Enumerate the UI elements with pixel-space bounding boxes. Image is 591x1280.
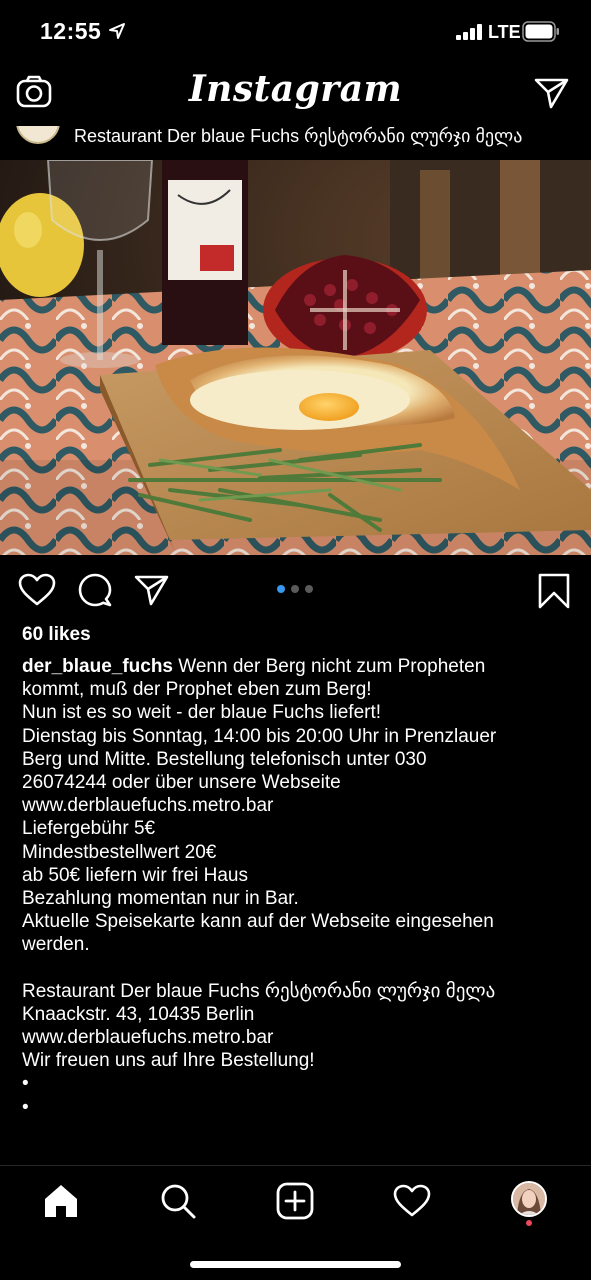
status-bar: 12:55 LTE [0, 0, 591, 64]
profile-photo [513, 1183, 545, 1215]
caption-line: der_blaue_fuchs Wenn der Berg nicht zum … [22, 655, 582, 678]
carousel-dot [291, 585, 299, 593]
heart-icon[interactable] [18, 573, 56, 607]
profile-avatar[interactable] [511, 1181, 547, 1217]
cellular-signal-icon [456, 24, 482, 40]
caption-bullet: • [22, 1073, 29, 1095]
likes-count[interactable]: 60 likes [22, 624, 91, 646]
app-logo: Instagram [188, 68, 403, 110]
caption-link[interactable]: www.derblauefuchs.metro.bar [22, 1026, 582, 1049]
caption-link[interactable]: www.derblauefuchs.metro.bar [22, 794, 582, 817]
home-icon[interactable] [42, 1182, 80, 1220]
caption-line: Wir freuen uns auf Ihre Bestellung! [22, 1050, 315, 1072]
caption-bullet: • [22, 1096, 29, 1118]
carousel-dot-active [277, 585, 285, 593]
direct-message-icon[interactable] [534, 76, 570, 110]
top-navigation-bar: Instagram [0, 64, 591, 126]
post-image[interactable] [0, 160, 591, 555]
caption-first-text: Wenn der Berg nicht zum Propheten [173, 656, 486, 677]
post-action-bar [0, 565, 591, 615]
battery-icon [522, 21, 559, 42]
caption-username[interactable]: der_blaue_fuchs [22, 656, 173, 677]
caption-line: kommt, muß der Prophet eben zum Berg! [22, 679, 372, 701]
caption-line: Liefergebühr 5€ [22, 818, 156, 840]
home-indicator[interactable] [190, 1261, 401, 1268]
caption-line: Berg und Mitte. Bestellung telefonisch u… [22, 748, 427, 770]
caption-line: ab 50€ liefern wir frei Haus [22, 864, 248, 886]
carousel-indicator [277, 585, 313, 593]
share-icon[interactable] [134, 573, 170, 607]
post-caption: der_blaue_fuchs Wenn der Berg nicht zum … [22, 655, 582, 1119]
carousel-dot [305, 585, 313, 593]
caption-line: Nun ist es so weit - der blaue Fuchs lie… [22, 702, 382, 724]
new-post-icon[interactable] [276, 1182, 314, 1220]
bookmark-icon[interactable] [538, 573, 570, 609]
caption-line: Aktuelle Speisekarte kann auf der Websei… [22, 911, 494, 933]
status-time: 12:55 [40, 18, 102, 44]
location-arrow-icon [109, 23, 125, 39]
caption-line: werden. [22, 934, 90, 956]
caption-line: Restaurant Der blaue Fuchs რესტორანი ლურ… [22, 980, 496, 1002]
post-header[interactable]: Restaurant Der blaue Fuchs რესტორანი ლურ… [0, 126, 591, 160]
activity-icon[interactable] [393, 1182, 431, 1220]
network-type: LTE [488, 22, 521, 42]
caption-line: Bezahlung momentan nur in Bar. [22, 888, 299, 910]
caption-line: 26074244 oder über unsere Webseite [22, 772, 341, 794]
author-avatar[interactable] [16, 126, 60, 144]
post-author-name[interactable]: Restaurant Der blaue Fuchs რესტორანი ლურ… [74, 126, 522, 147]
khachapuri-photo [0, 160, 591, 555]
notification-dot [526, 1220, 532, 1226]
caption-line: Mindestbestellwert 20€ [22, 841, 217, 863]
caption-line: Knaackstr. 43, 10435 Berlin [22, 1003, 255, 1025]
search-icon[interactable] [159, 1182, 197, 1220]
caption-line: Dienstag bis Sonntag, 14:00 bis 20:00 Uh… [22, 725, 497, 747]
comment-icon[interactable] [78, 573, 112, 607]
